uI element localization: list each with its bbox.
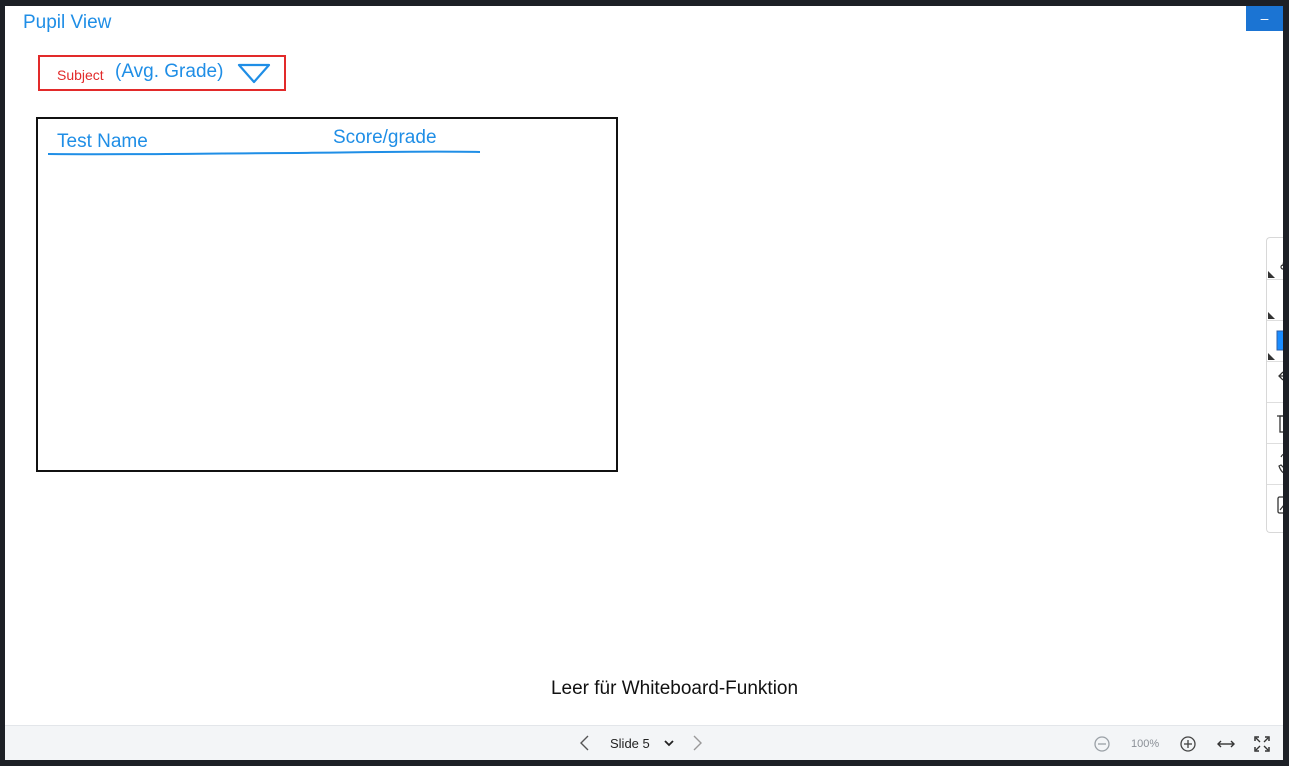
trash-icon — [1277, 415, 1283, 433]
page-title: Pupil View — [23, 12, 112, 33]
whiteboard-caption: Leer für Whiteboard-Funktion — [550, 678, 799, 699]
color-swatch-icon — [1268, 330, 1283, 360]
slide-selector-label[interactable]: Slide 5 — [610, 736, 650, 751]
previous-slide-icon[interactable] — [576, 734, 594, 752]
pan-hand-icon — [1278, 453, 1283, 474]
chevron-down-icon[interactable] — [237, 62, 271, 84]
next-slide-icon[interactable] — [688, 734, 706, 752]
pan-tool[interactable] — [1267, 443, 1283, 485]
dot-tool[interactable] — [1267, 279, 1283, 321]
chart-tool[interactable] — [1267, 484, 1283, 525]
zoom-level: 100% — [1131, 738, 1160, 750]
fullscreen-icon[interactable] — [1253, 735, 1271, 753]
side-toolbar — [1266, 237, 1283, 533]
chart-icon — [1277, 496, 1283, 514]
slide-navigation-bar: Slide 5 100% — [5, 725, 1283, 760]
pen-icon — [1268, 261, 1283, 278]
subject-dropdown[interactable]: Subject (Avg. Grade) — [38, 55, 286, 91]
avg-grade-label: (Avg. Grade) — [115, 61, 224, 82]
delete-tool[interactable] — [1267, 402, 1283, 444]
column-header-score-grade: Score/grade — [333, 127, 437, 148]
minimize-button[interactable]: – — [1246, 6, 1283, 31]
undo-tool[interactable] — [1267, 361, 1283, 403]
undo-icon — [1278, 371, 1283, 381]
zoom-out-icon[interactable] — [1093, 735, 1111, 753]
fit-width-icon[interactable] — [1215, 736, 1237, 752]
subject-label: Subject — [57, 67, 104, 83]
color-tool[interactable] — [1267, 320, 1283, 362]
grades-table: Test Name Score/grade — [36, 117, 618, 472]
header-underline — [47, 150, 481, 156]
zoom-in-icon[interactable] — [1179, 735, 1197, 753]
chevron-down-icon[interactable] — [663, 737, 675, 749]
dot-icon — [1268, 312, 1275, 319]
pen-tool[interactable] — [1267, 238, 1283, 280]
slide-canvas: Pupil View – Subject (Avg. Grade) Test N… — [5, 6, 1283, 760]
